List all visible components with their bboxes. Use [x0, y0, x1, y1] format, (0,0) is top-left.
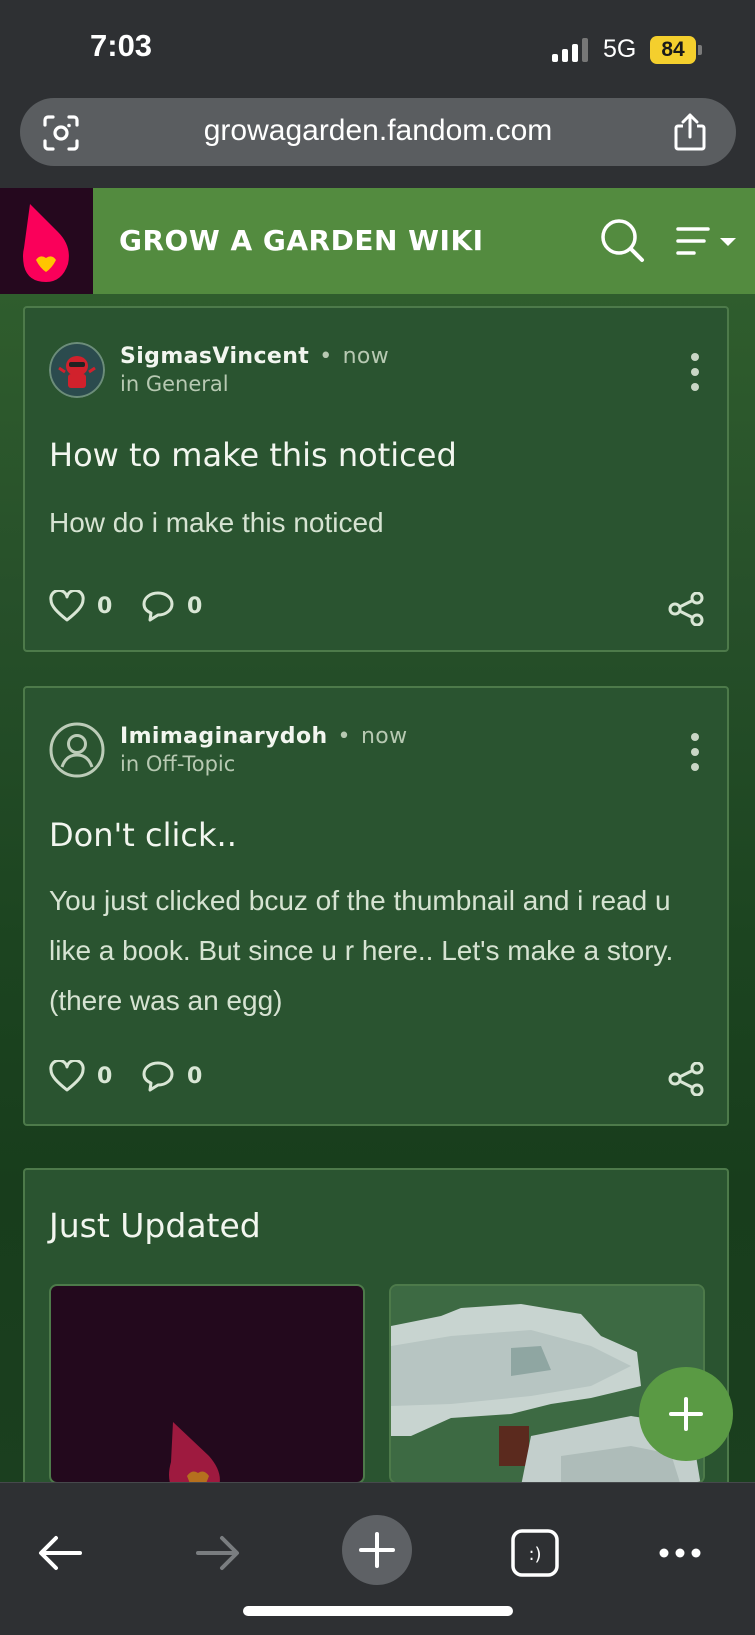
- comment-button[interactable]: 0: [141, 590, 202, 622]
- signal-icon: [552, 38, 592, 62]
- battery-cap: [698, 45, 702, 55]
- feed: SigmasVincent • now in General How to make…: [0, 294, 755, 1508]
- create-post-button[interactable]: [639, 1367, 733, 1461]
- plus-icon: [669, 1397, 703, 1431]
- like-button[interactable]: 0: [49, 590, 112, 622]
- just-updated-section: Just Updated: [23, 1168, 729, 1508]
- like-count: 0: [97, 593, 113, 619]
- heart-icon: [49, 590, 85, 622]
- share-icon[interactable]: [672, 112, 708, 152]
- share-icon[interactable]: [667, 592, 705, 626]
- post-author[interactable]: Imimaginarydoh • now: [120, 724, 408, 749]
- avatar[interactable]: [49, 342, 105, 398]
- tabs-icon[interactable]: :): [505, 1523, 565, 1583]
- post-category[interactable]: in Off-Topic: [120, 752, 235, 776]
- battery-icon: 84: [650, 36, 696, 64]
- like-button[interactable]: 0: [49, 1060, 112, 1092]
- comment-icon: [142, 1061, 174, 1092]
- heart-icon: [49, 1060, 85, 1092]
- more-icon[interactable]: [650, 1523, 710, 1583]
- post-time: now: [360, 724, 408, 749]
- post-card[interactable]: Imimaginarydoh • now in Off-Topic Don't cl…: [23, 686, 729, 1126]
- comment-icon: [142, 591, 174, 622]
- forward-icon[interactable]: [188, 1523, 248, 1583]
- fandom-home-button[interactable]: [0, 188, 93, 294]
- new-tab-button[interactable]: [340, 1513, 414, 1587]
- status-time: 7:03: [90, 28, 153, 63]
- post-body: You just clicked bcuz of the thumbnail a…: [49, 885, 674, 1016]
- network-label: 5G: [603, 35, 637, 63]
- kebab-icon[interactable]: [689, 732, 701, 772]
- fandom-logo: [23, 204, 69, 282]
- post-title[interactable]: Don't click..: [49, 816, 237, 854]
- menu-icon[interactable]: [676, 224, 738, 258]
- url-text: growagarden.fandom.com: [203, 114, 553, 147]
- fandom-logo: [169, 1422, 220, 1482]
- status-bar: 7:03 5G 84: [0, 0, 755, 98]
- updated-page-thumbnail[interactable]: [49, 1284, 365, 1484]
- browser-url-area: growagarden.fandom.com: [0, 98, 755, 188]
- post-time: now: [342, 344, 390, 369]
- comment-button[interactable]: 0: [141, 1060, 202, 1092]
- post-body: How do i make this noticed: [49, 507, 384, 538]
- comment-count: 0: [187, 1063, 203, 1089]
- svg-text::): :): [528, 1544, 541, 1565]
- wiki-header: GROW A GARDEN WIKI: [0, 188, 755, 294]
- post-category[interactable]: in General: [120, 372, 229, 396]
- section-title: Just Updated: [49, 1206, 261, 1245]
- wiki-title[interactable]: GROW A GARDEN WIKI: [119, 224, 484, 257]
- back-icon[interactable]: [32, 1523, 92, 1583]
- search-icon[interactable]: [598, 216, 646, 264]
- share-icon[interactable]: [667, 1062, 705, 1096]
- post-author[interactable]: SigmasVincent • now: [120, 344, 389, 369]
- like-count: 0: [97, 1063, 113, 1089]
- home-indicator[interactable]: [243, 1606, 513, 1616]
- avatar[interactable]: [49, 722, 105, 778]
- url-bar[interactable]: growagarden.fandom.com: [20, 98, 736, 166]
- kebab-icon[interactable]: [689, 352, 701, 392]
- comment-count: 0: [187, 593, 203, 619]
- post-title[interactable]: How to make this noticed: [49, 436, 457, 474]
- post-card[interactable]: SigmasVincent • now in General How to make…: [23, 306, 729, 652]
